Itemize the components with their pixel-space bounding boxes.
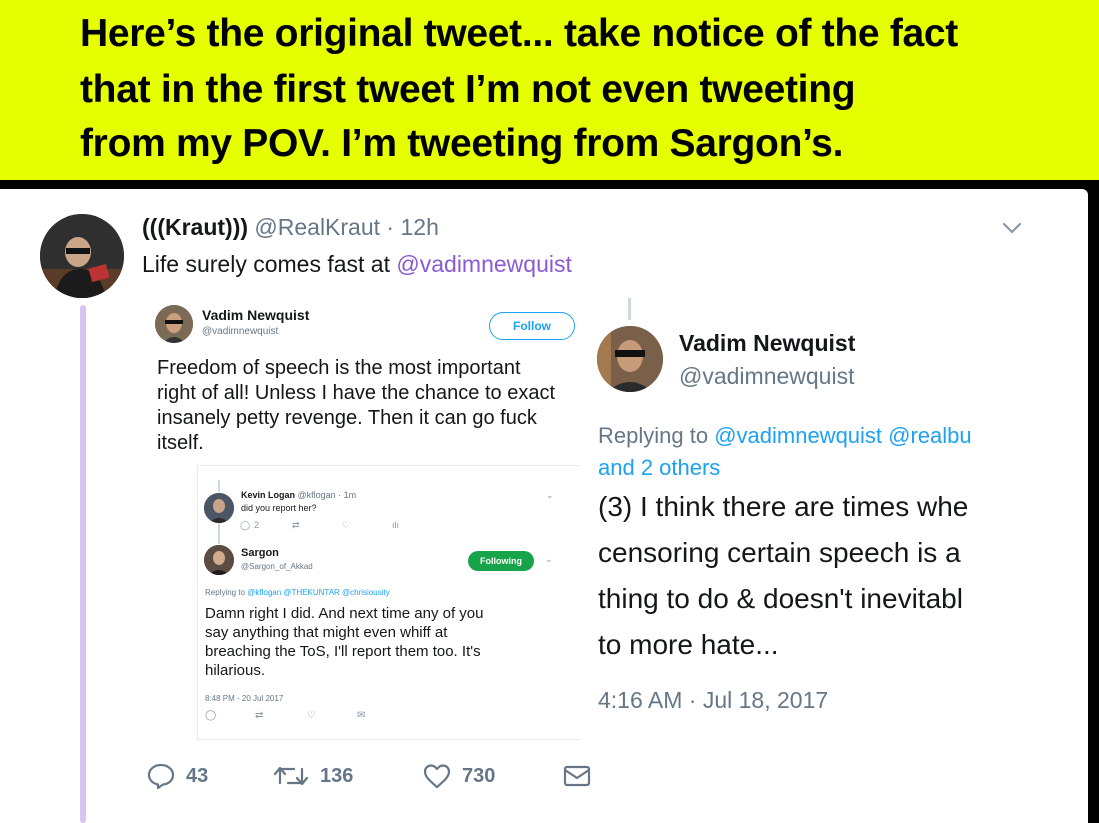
reply-connector-line [218, 522, 220, 544]
sargon-actions: ◯ ⇄ ♡ ✉ [205, 710, 375, 724]
follow-button[interactable]: Follow [489, 312, 575, 340]
body-line: right of all! Unless I have the chance t… [157, 382, 555, 404]
caption-line-2: that in the first tweet I’m not even twe… [80, 68, 856, 111]
body-line: hilarious. [205, 662, 266, 679]
direct-message-button[interactable] [562, 756, 592, 796]
meta-separator: · [380, 214, 401, 240]
body-line: insanely petty revenge. Then it can go f… [157, 407, 537, 429]
body-line: (3) I think there are times whe [598, 491, 969, 522]
kevin-avatar [204, 493, 234, 523]
avatar-image [204, 545, 234, 575]
embed-left-handle: @vadimnewquist [202, 326, 279, 337]
reply-count: 43 [186, 764, 209, 787]
caption-banner: Here’s the original tweet... take notice… [0, 0, 1099, 180]
reply-button[interactable]: 43 [146, 756, 208, 796]
body-line: Damn right I did. And next time any of y… [205, 605, 484, 622]
body-line: Freedom of speech is the most important [157, 357, 521, 379]
analytics-icon: ılı [392, 520, 400, 530]
avatar-image [40, 214, 124, 298]
tweet-time[interactable]: 12h [400, 214, 438, 240]
thread-connector-line [80, 305, 86, 823]
vadim-avatar [597, 326, 663, 392]
chevron-down-icon: ⌄ [546, 490, 554, 500]
author-handle[interactable]: @RealKraut [254, 214, 380, 240]
sargon-handle: @Sargon_of_Akkad [241, 562, 313, 571]
body-line: itself. [157, 432, 204, 454]
reply-connector-line [628, 298, 631, 320]
embed-left-body: Freedom of speech is the most important … [157, 356, 577, 456]
body-line: censoring certain speech is a [598, 537, 961, 568]
avatar-image [155, 305, 193, 343]
body-line: thing to do & doesn't inevitabl [598, 583, 963, 614]
tweet-author[interactable]: (((Kraut))) @RealKraut · 12h [142, 214, 439, 241]
kevin-name: Kevin Logan [241, 490, 296, 500]
retweet-icon: ⇄ [292, 520, 300, 530]
retweet-button[interactable]: 136 [272, 756, 353, 796]
embed-right-replying-to: Replying to @vadimnewquist @realbu and 2… [598, 420, 1020, 484]
tweet-action-bar: 43 136 730 [140, 756, 600, 796]
replying-others: and 2 others [598, 455, 721, 480]
reply-connector-line [218, 480, 220, 492]
embed-right-timestamp: 4:16 AM · Jul 18, 2017 [598, 687, 829, 713]
reply-icon: ◯ [240, 520, 251, 530]
body-line: breaching the ToS, I'll report them too.… [205, 643, 481, 660]
envelope-icon [563, 765, 591, 787]
chevron-down-icon: ⌄ [545, 554, 553, 564]
sargon-replying-to: Replying to @kflogan @THEKUNTAR @chrisio… [205, 588, 390, 597]
kevin-handle-time: @kflogan · 1m [295, 490, 357, 500]
avatar-image [597, 326, 663, 392]
following-button: Following [468, 551, 534, 571]
like-count: 730 [462, 764, 496, 787]
like-button[interactable]: 730 [422, 756, 495, 796]
like-icon: ♡ [307, 710, 316, 721]
chevron-down-icon[interactable] [1000, 218, 1024, 238]
replying-mentions: @kflogan @THEKUNTAR @chrisiousity [247, 588, 390, 597]
author-avatar[interactable] [40, 214, 124, 298]
reply-icon [147, 763, 175, 790]
embed-right-handle: @vadimnewquist [679, 363, 855, 389]
sargon-name: Sargon [241, 547, 279, 559]
retweet-icon [273, 766, 309, 786]
sargon-avatar [204, 545, 234, 575]
kevin-actions: ◯ 2 ⇄ ♡ ılı [240, 520, 410, 534]
replying-prefix: Replying to [205, 588, 248, 597]
sargon-body: Damn right I did. And next time any of y… [205, 604, 575, 680]
message-icon: ✉ [357, 710, 366, 721]
kevin-text: did you report her? [241, 503, 317, 513]
author-name[interactable]: (((Kraut))) [142, 214, 248, 240]
retweet-count: 136 [320, 764, 354, 787]
tweet-mention-link[interactable]: @vadimnewquist [396, 251, 571, 277]
caption-line-1: Here’s the original tweet... take notice… [80, 12, 958, 55]
body-line: say anything that might even whiff at [205, 624, 448, 641]
retweet-icon: ⇄ [255, 710, 264, 721]
replying-prefix: Replying to [598, 423, 715, 448]
avatar-image [204, 493, 234, 523]
tweet-text: Life surely comes fast at @vadimnewquist [142, 251, 572, 278]
body-line: to more hate... [598, 629, 779, 660]
embed-right-name: Vadim Newquist [679, 330, 856, 356]
embed-left-name: Vadim Newquist [202, 307, 310, 323]
vadim-avatar [155, 305, 193, 343]
reply-icon: ◯ [205, 710, 217, 721]
replying-mentions: @vadimnewquist @realbu [714, 423, 972, 448]
tweet-text-body: Life surely comes fast at [142, 251, 397, 277]
reply-count: 2 [254, 520, 260, 530]
kevin-meta: Kevin Logan @kflogan · 1m [241, 490, 356, 500]
heart-icon [423, 764, 451, 789]
caption-line-3: from my POV. I’m tweeting from Sargon’s. [80, 122, 844, 165]
embed-right-body: (3) I think there are times whe censorin… [598, 484, 1020, 668]
like-icon: ♡ [342, 520, 351, 530]
sargon-timestamp: 8:48 PM - 20 Jul 2017 [205, 694, 284, 703]
